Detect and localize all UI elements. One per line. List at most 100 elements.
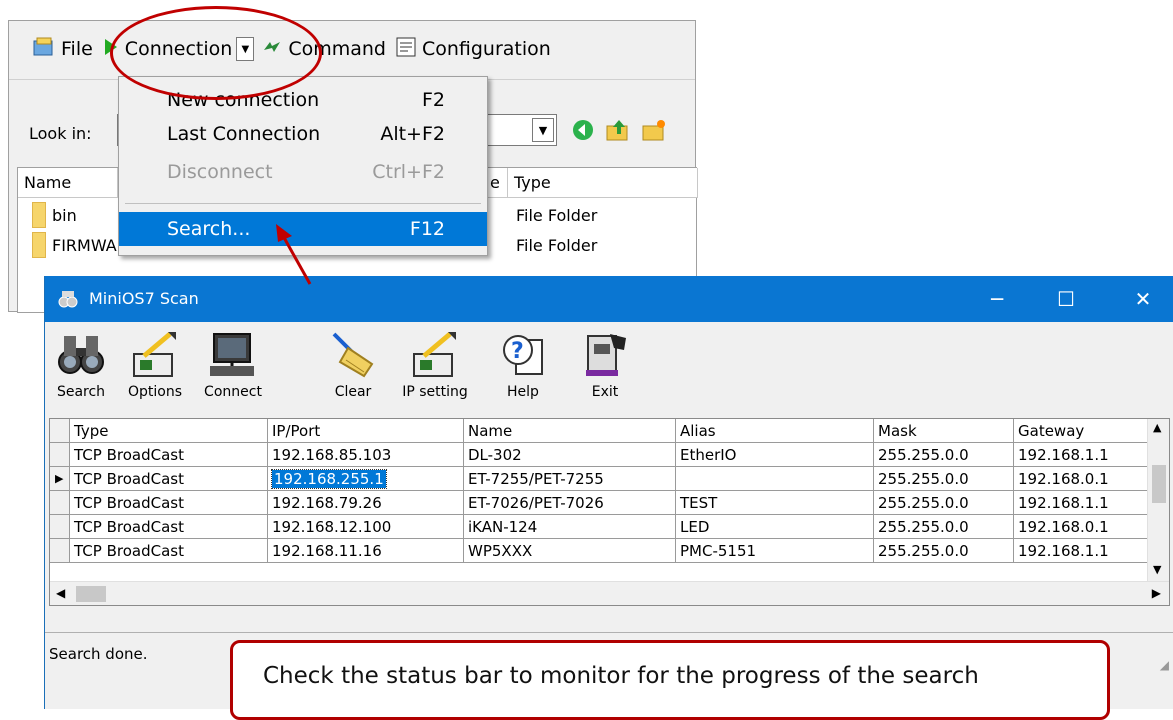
cell-ip[interactable]: 192.168.12.100 xyxy=(268,515,464,539)
menu-file-label: File xyxy=(61,38,93,60)
new-folder-icon[interactable] xyxy=(641,118,667,146)
file-type: File Folder xyxy=(516,206,598,225)
window-title: MiniOS7 Scan xyxy=(89,289,199,308)
row-header[interactable]: ▶ xyxy=(50,467,70,491)
cell-type[interactable]: TCP BroadCast xyxy=(70,467,268,491)
column-header-name[interactable]: Name xyxy=(464,419,676,443)
file-type: File Folder xyxy=(516,236,598,255)
maximize-button[interactable]: ☐ xyxy=(1038,276,1094,322)
cell-type[interactable]: TCP BroadCast xyxy=(70,515,268,539)
cell-mask[interactable]: 255.255.0.0 xyxy=(874,515,1014,539)
ip-setting-icon xyxy=(413,332,456,377)
menu-configuration-label: Configuration xyxy=(421,38,551,60)
cell-name[interactable]: WP5XXX xyxy=(464,539,676,563)
scroll-thumb[interactable] xyxy=(76,586,106,602)
cell-gateway[interactable]: 192.168.1.1 xyxy=(1014,443,1148,467)
selected-ip: 192.168.255.1 xyxy=(271,469,387,489)
minimize-icon: ─ xyxy=(990,287,1004,311)
options-button[interactable]: Options xyxy=(123,330,187,408)
cell-name[interactable]: iKAN-124 xyxy=(464,515,676,539)
cell-gateway[interactable]: 192.168.0.1 xyxy=(1014,515,1148,539)
cell-name[interactable]: ET-7026/PET-7026 xyxy=(464,491,676,515)
cell-type[interactable]: TCP BroadCast xyxy=(70,491,268,515)
close-button[interactable]: ✕ xyxy=(1115,276,1171,322)
scroll-left-icon[interactable]: ◀ xyxy=(56,586,65,600)
scroll-up-icon[interactable]: ▲ xyxy=(1153,421,1161,434)
highlight-oval xyxy=(110,6,322,100)
cell-alias[interactable]: TEST xyxy=(676,491,874,515)
column-header-name[interactable]: Name xyxy=(18,168,118,198)
close-icon: ✕ xyxy=(1134,287,1152,311)
folder-icon xyxy=(32,232,46,258)
look-in-label: Look in: xyxy=(29,124,92,143)
file-icon xyxy=(33,37,55,62)
cell-alias[interactable]: EtherIO xyxy=(676,443,874,467)
cell-alias[interactable]: PMC-5151 xyxy=(676,539,874,563)
cell-alias[interactable] xyxy=(676,467,874,491)
file-name: bin xyxy=(52,206,77,225)
status-text: Search done. xyxy=(49,645,148,663)
title-bar: MiniOS7 Scan ─ ☐ ✕ xyxy=(45,276,1173,322)
cell-ip[interactable]: 192.168.255.1 xyxy=(268,467,464,491)
horizontal-scrollbar[interactable]: ◀ ▶ xyxy=(50,581,1169,605)
ip-setting-button[interactable]: IP setting xyxy=(395,330,475,408)
cell-gateway[interactable]: 192.168.1.1 xyxy=(1014,491,1148,515)
menu-separator xyxy=(125,203,481,204)
menu-item-disconnect: Disconnect Ctrl+F2 xyxy=(167,161,445,183)
cell-name[interactable]: DL-302 xyxy=(464,443,676,467)
chevron-down-icon[interactable]: ▼ xyxy=(532,118,554,142)
cell-gateway[interactable]: 192.168.1.1 xyxy=(1014,539,1148,563)
cell-mask[interactable]: 255.255.0.0 xyxy=(874,491,1014,515)
cell-mask[interactable]: 255.255.0.0 xyxy=(874,443,1014,467)
scroll-down-icon[interactable]: ▼ xyxy=(1153,563,1161,576)
connection-menu: New connection F2 Last Connection Alt+F2… xyxy=(118,76,488,256)
search-button[interactable]: Search xyxy=(51,330,111,408)
up-folder-icon[interactable] xyxy=(605,118,631,146)
row-header[interactable] xyxy=(50,539,70,563)
toolbar: Search Options Connect Clear IP setting … xyxy=(45,326,1173,410)
cell-gateway[interactable]: 192.168.0.1 xyxy=(1014,467,1148,491)
resize-grip-icon[interactable]: ◢ xyxy=(1160,658,1169,672)
column-header-gateway[interactable]: Gateway xyxy=(1014,419,1148,443)
minimize-button[interactable]: ─ xyxy=(969,276,1025,322)
cell-mask[interactable]: 255.255.0.0 xyxy=(874,539,1014,563)
menu-file[interactable]: File xyxy=(33,37,93,62)
exit-icon xyxy=(586,334,626,376)
scroll-thumb[interactable] xyxy=(1152,465,1166,503)
row-header[interactable] xyxy=(50,443,70,467)
column-header-type[interactable]: Type xyxy=(508,168,698,198)
clear-button[interactable]: Clear xyxy=(323,330,383,408)
column-header-mask[interactable]: Mask xyxy=(874,419,1014,443)
menu-item-search[interactable]: Search... F12 xyxy=(119,212,487,246)
cell-ip[interactable]: 192.168.79.26 xyxy=(268,491,464,515)
row-header[interactable] xyxy=(50,515,70,539)
cell-mask[interactable]: 255.255.0.0 xyxy=(874,467,1014,491)
maximize-icon: ☐ xyxy=(1057,287,1075,311)
column-header-type[interactable]: Type xyxy=(70,419,268,443)
folder-icon xyxy=(32,202,46,228)
cell-alias[interactable]: LED xyxy=(676,515,874,539)
configuration-icon xyxy=(396,37,416,62)
cell-name[interactable]: ET-7255/PET-7255 xyxy=(464,467,676,491)
vertical-scrollbar[interactable]: ▲ ▼ xyxy=(1147,419,1169,581)
help-icon: ? xyxy=(503,335,543,375)
menu-item-last-connection[interactable]: Last Connection Alt+F2 xyxy=(119,117,487,151)
menu-configuration[interactable]: Configuration xyxy=(396,37,551,62)
cell-ip[interactable]: 192.168.85.103 xyxy=(268,443,464,467)
cell-type[interactable]: TCP BroadCast xyxy=(70,539,268,563)
back-icon[interactable] xyxy=(571,118,595,146)
help-button[interactable]: ? Help xyxy=(493,330,553,408)
cell-type[interactable]: TCP BroadCast xyxy=(70,443,268,467)
exit-button[interactable]: Exit xyxy=(575,330,635,408)
row-header-corner xyxy=(50,419,70,443)
column-header-ip[interactable]: IP/Port xyxy=(268,419,464,443)
callout-text: Check the status bar to monitor for the … xyxy=(263,663,979,689)
svg-text:?: ? xyxy=(511,339,524,364)
scroll-right-icon[interactable]: ▶ xyxy=(1152,586,1161,600)
computer-icon xyxy=(210,333,254,376)
connect-button[interactable]: Connect xyxy=(197,330,269,408)
current-row-icon: ▶ xyxy=(55,472,64,485)
column-header-alias[interactable]: Alias xyxy=(676,419,874,443)
row-header[interactable] xyxy=(50,491,70,515)
cell-ip[interactable]: 192.168.11.16 xyxy=(268,539,464,563)
